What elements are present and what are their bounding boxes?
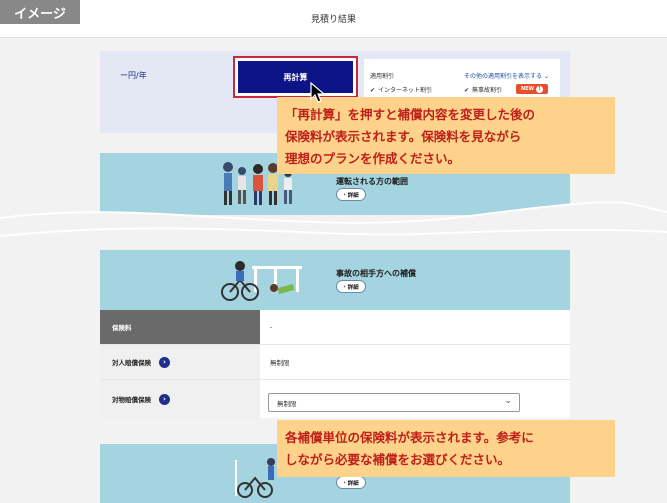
recalc-note-callout: 「再計算」を押すと補償内容を変更した後の 保険料が表示されます。保険料を見ながら… (277, 97, 615, 174)
check-icon: ✔ (370, 87, 376, 94)
recalc-highlight: 再計算 (233, 56, 358, 98)
premium-row-value: - (270, 323, 273, 331)
mouse-pointer-icon (310, 82, 326, 103)
new-badge: NEW ! (516, 84, 548, 94)
chevron-right-icon: › (343, 283, 346, 290)
premium-row: 保険料 - (100, 310, 570, 345)
chevron-down-icon: ⌄ (543, 73, 549, 80)
show-other-discounts-link[interactable]: その他の適用割引を表示する ⌄ (464, 71, 549, 80)
info-circle-icon: ! (536, 85, 544, 93)
discount-item-internet: ✔ インターネット割引 (370, 87, 433, 94)
premium-amount: ー円/年 (120, 71, 147, 80)
third-party-detail-button[interactable]: › 詳細 (336, 280, 366, 293)
bicycle-illustration (235, 458, 275, 498)
page-header: 見積り結果 (0, 0, 667, 38)
chevron-right-icon: › (343, 479, 346, 486)
unit-premium-note-callout: 各補償単位の保険料が表示されます。参考に しながら必要な補償をお選びください。 (277, 420, 615, 477)
property-damage-row: 対物賠償保険 › 無制限 ⌄ (100, 380, 570, 418)
discount-title: 適用割引 (370, 73, 395, 80)
property-damage-select[interactable]: 無制限 ⌄ (268, 393, 520, 412)
bodily-injury-value: 無制限 (270, 359, 290, 367)
chevron-right-icon: › (159, 393, 170, 405)
chevron-right-icon: › (159, 356, 170, 368)
image-label-tag: イメージ (0, 0, 80, 24)
bodily-injury-row: 対人賠償保険 › 無制限 (100, 345, 570, 380)
chevron-right-icon: › (343, 191, 346, 198)
third-party-card: 事故の相手方への補償 › 詳細 保険料 - 対人賠償保険 › 無制限 対物賠償保険… (100, 250, 570, 418)
drivers-card-title: 運転される方の範囲 (336, 177, 408, 186)
bicycle-accident-illustration (221, 261, 302, 301)
check-icon: ✔ (464, 87, 470, 94)
third-party-card-title: 事故の相手方への補償 (336, 269, 416, 278)
bodily-injury-label[interactable]: 対人賠償保険 › (100, 345, 260, 379)
section-break-wave (0, 201, 667, 237)
premium-row-label: 保険料 (100, 310, 260, 344)
discount-item-no-accident: ✔ 無事故割引 (464, 87, 503, 94)
chevron-down-icon: ⌄ (504, 396, 512, 406)
recalc-button[interactable]: 再計算 (238, 61, 353, 93)
property-damage-label[interactable]: 対物賠償保険 › (100, 380, 260, 418)
third-party-banner: 事故の相手方への補償 › 詳細 (100, 250, 570, 310)
next-coverage-detail-button[interactable]: › 詳細 (336, 476, 366, 489)
page-title: 見積り結果 (310, 15, 356, 25)
